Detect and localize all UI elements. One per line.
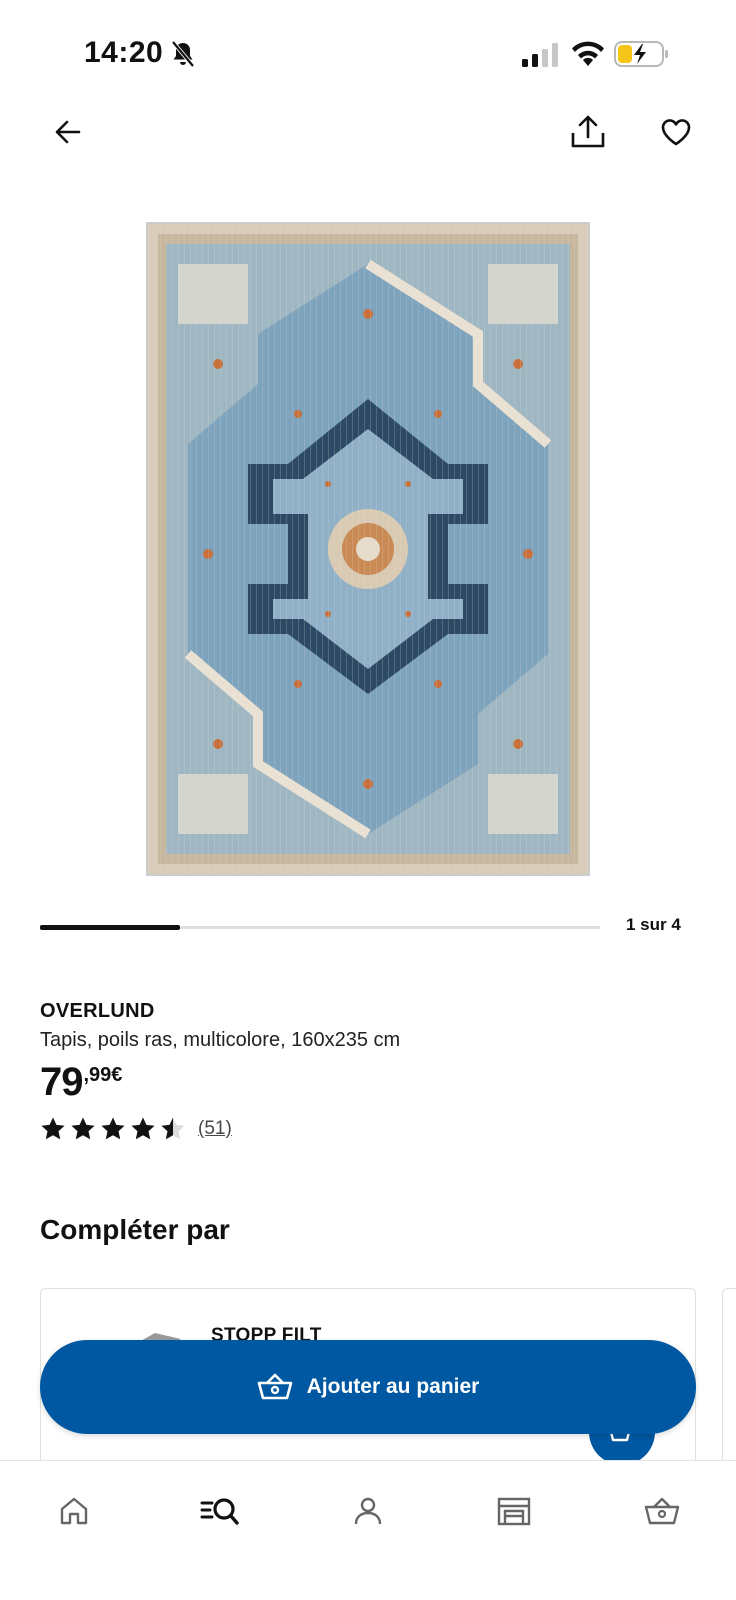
- search-list-icon: [200, 1498, 239, 1525]
- product-image[interactable]: [146, 222, 590, 876]
- tab-home[interactable]: [50, 1487, 98, 1535]
- status-time: 14:20: [84, 36, 164, 69]
- review-count-link[interactable]: (51): [198, 1118, 232, 1140]
- home-icon: [60, 1497, 88, 1525]
- top-nav: [0, 100, 736, 164]
- star-half-icon: [161, 1117, 185, 1140]
- add-to-cart-button[interactable]: Ajouter au panier: [40, 1340, 696, 1434]
- recommendations-title: Compléter par: [40, 1214, 230, 1245]
- tab-profile[interactable]: [344, 1487, 392, 1535]
- share-button[interactable]: [564, 108, 612, 156]
- profile-icon: [354, 1497, 382, 1525]
- rug-illustration: [148, 224, 588, 874]
- tab-search[interactable]: [196, 1487, 244, 1535]
- arrow-left-icon: [55, 120, 81, 144]
- basket-icon: [257, 1373, 292, 1400]
- product-name: OVERLUND: [40, 1000, 155, 1022]
- basket-icon: [644, 1497, 680, 1525]
- heart-icon: [661, 119, 691, 146]
- status-bar: 14:20: [0, 0, 736, 100]
- star-full-icon: [71, 1117, 95, 1140]
- star-full-icon: [41, 1117, 65, 1140]
- recommendation-card-next[interactable]: [722, 1288, 736, 1468]
- store-icon: [497, 1497, 531, 1526]
- tab-cart[interactable]: [638, 1487, 686, 1535]
- gallery-progress-fill: [40, 925, 180, 930]
- product-rating[interactable]: (51): [40, 1116, 700, 1142]
- product-info: OVERLUND Tapis, poils ras, multicolore, …: [40, 1000, 700, 1142]
- gallery-page-counter: 1 sur 4: [626, 915, 681, 934]
- share-icon: [571, 115, 605, 148]
- rating-stars: [40, 1116, 186, 1142]
- add-to-cart-label: Ajouter au panier: [306, 1375, 480, 1398]
- product-description: Tapis, poils ras, multicolore, 160x235 c…: [40, 1029, 401, 1051]
- star-full-icon: [101, 1117, 125, 1140]
- cellular-signal-icon: [522, 43, 558, 67]
- gallery-pagination: 1 sur 4: [40, 912, 700, 948]
- wifi-icon: [572, 41, 604, 66]
- tab-stores[interactable]: [490, 1487, 538, 1535]
- star-full-icon: [131, 1117, 155, 1140]
- battery-charging-icon: [614, 41, 668, 67]
- bell-slash-icon: [171, 40, 195, 68]
- price-decimal: ,99€: [83, 1064, 123, 1086]
- back-button[interactable]: [44, 108, 92, 156]
- product-price: 79 ,99€: [40, 1060, 700, 1104]
- bottom-tab-bar: [0, 1460, 736, 1600]
- favourite-button[interactable]: [652, 108, 700, 156]
- price-integer: 79: [40, 1060, 83, 1104]
